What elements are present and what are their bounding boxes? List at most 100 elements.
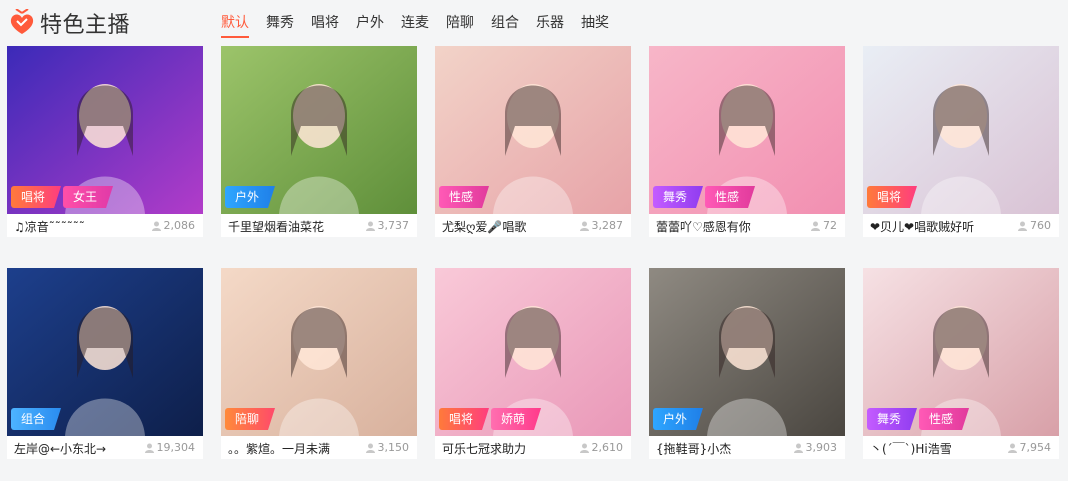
tab-lottery[interactable]: 抽奖 [581, 14, 609, 36]
viewer-count: 760 [1018, 219, 1051, 232]
streamer-name[interactable]: 可乐七冠求助力 [442, 440, 526, 457]
viewer-count-value: 72 [823, 219, 837, 232]
category-tag: 户外 [653, 408, 704, 430]
stream-thumbnail[interactable]: 舞秀 性感 [649, 46, 845, 214]
stream-thumbnail[interactable]: 舞秀 性感 [863, 268, 1059, 436]
card-info-bar: 。。紫煊。一月未满 3,150 [221, 436, 417, 459]
stream-thumbnail[interactable]: 性感 [435, 46, 631, 214]
streamer-name[interactable]: 左岸@←小东北→ [14, 440, 106, 457]
viewer-count-value: 3,150 [377, 441, 410, 454]
viewer-count-value: 3,287 [591, 219, 624, 232]
category-tag: 组合 [11, 408, 62, 430]
section-header: 特色主播 默认 舞秀 唱将 户外 连麦 陪聊 组合 乐器 抽奖 [0, 0, 1068, 46]
stream-thumbnail[interactable]: 唱将 娇萌 [435, 268, 631, 436]
person-icon [811, 221, 820, 231]
category-tag: 性感 [919, 408, 970, 430]
tab-singer[interactable]: 唱将 [311, 14, 339, 36]
tab-group[interactable]: 组合 [491, 14, 519, 36]
category-tag: 舞秀 [867, 408, 918, 430]
tag-list: 性感 [439, 186, 491, 208]
tag-list: 舞秀 性感 [867, 408, 971, 430]
viewer-count: 19,304 [144, 441, 196, 454]
viewer-count: 2,610 [579, 441, 623, 454]
card-info-bar: 尤梨ღ爱🎤唱歌 3,287 [435, 214, 631, 237]
stream-thumbnail[interactable]: 唱将 女王 [7, 46, 203, 214]
person-icon [365, 443, 375, 453]
stream-thumbnail[interactable]: 组合 [7, 268, 203, 436]
stream-thumbnail[interactable]: 户外 [649, 268, 845, 436]
category-tag: 女王 [63, 186, 114, 208]
viewer-count-value: 3,903 [805, 441, 838, 454]
tag-list: 舞秀 性感 [653, 186, 757, 208]
page-title: 特色主播 [40, 13, 131, 38]
tag-list: 陪聊 [225, 408, 277, 430]
tag-list: 唱将 女王 [11, 186, 115, 208]
person-icon [144, 443, 154, 453]
tab-dance[interactable]: 舞秀 [266, 14, 294, 36]
card-info-bar: 可乐七冠求助力 2,610 [435, 436, 631, 459]
streamer-name[interactable]: ♫凉音˜˜˜˜˜˜ [14, 218, 85, 235]
streamer-name[interactable]: {拖鞋哥}小杰 [656, 440, 731, 457]
streamer-card[interactable]: 陪聊。。紫煊。一月未满 3,150 [221, 268, 417, 459]
streamer-card[interactable]: 性感尤梨ღ爱🎤唱歌 3,287 [435, 46, 631, 237]
streamer-card[interactable]: 舞秀 性感蕾蕾吖♡感恩有你 72 [649, 46, 845, 237]
person-icon [365, 221, 375, 231]
category-tag: 唱将 [439, 408, 490, 430]
category-tag: 唱将 [11, 186, 62, 208]
person-icon [151, 221, 161, 231]
tv-heart-logo-icon [10, 9, 34, 34]
tab-chat[interactable]: 陪聊 [446, 14, 474, 36]
streamer-card[interactable]: 户外 {拖鞋哥}小杰 3,903 [649, 268, 845, 459]
viewer-count-value: 19,304 [156, 441, 196, 454]
tag-list: 组合 [11, 408, 63, 430]
streamer-card[interactable]: 唱将 娇萌可乐七冠求助力 2,610 [435, 268, 631, 459]
tab-outdoor[interactable]: 户外 [356, 14, 384, 36]
streamer-name[interactable]: 尤梨ღ爱🎤唱歌 [442, 218, 526, 235]
card-info-bar: ❤贝儿❤唱歌贼好听 760 [863, 214, 1059, 237]
stream-thumbnail[interactable]: 唱将 [863, 46, 1059, 214]
streamer-card[interactable]: 唱将 女王 ♫凉音˜˜˜˜˜˜ 2,086 [7, 46, 203, 237]
tag-list: 户外 [653, 408, 705, 430]
streamer-name[interactable]: 丶(ˊ￣ˋ)Hi浩雪 [870, 440, 952, 457]
category-tag: 性感 [439, 186, 490, 208]
tab-co-stream[interactable]: 连麦 [401, 14, 429, 36]
viewer-count: 7,954 [1007, 441, 1052, 454]
streamer-card[interactable]: 舞秀 性感丶(ˊ￣ˋ)Hi浩雪 7,954 [863, 268, 1059, 459]
person-icon [1007, 443, 1017, 453]
streamer-card[interactable]: 组合左岸@←小东北→ 19,304 [7, 268, 203, 459]
card-info-bar: 丶(ˊ￣ˋ)Hi浩雪 7,954 [863, 436, 1059, 459]
streamer-name[interactable]: ❤贝儿❤唱歌贼好听 [870, 218, 974, 235]
card-info-bar: {拖鞋哥}小杰 3,903 [649, 436, 845, 459]
viewer-count: 3,903 [793, 441, 838, 454]
person-icon [1018, 221, 1027, 231]
category-tabs: 默认 舞秀 唱将 户外 连麦 陪聊 组合 乐器 抽奖 [221, 14, 626, 38]
category-tag: 性感 [705, 186, 756, 208]
streamer-name[interactable]: 蕾蕾吖♡感恩有你 [656, 218, 751, 235]
stream-thumbnail[interactable]: 户外 [221, 46, 417, 214]
person-icon [579, 443, 589, 453]
card-info-bar: 蕾蕾吖♡感恩有你 72 [649, 214, 845, 237]
streamer-name[interactable]: 千里望烟看油菜花 [228, 218, 324, 235]
category-tag: 陪聊 [225, 408, 276, 430]
tab-default[interactable]: 默认 [221, 14, 249, 38]
card-info-bar: 左岸@←小东北→ 19,304 [7, 436, 203, 459]
viewer-count: 3,737 [365, 219, 409, 232]
viewer-count: 72 [811, 219, 837, 232]
category-tag: 唱将 [867, 186, 918, 208]
person-icon [579, 221, 589, 231]
streamer-card[interactable]: 户外千里望烟看油菜花 3,737 [221, 46, 417, 237]
stream-thumbnail[interactable]: 陪聊 [221, 268, 417, 436]
tag-list: 户外 [225, 186, 277, 208]
category-tag: 舞秀 [653, 186, 704, 208]
card-info-bar: 千里望烟看油菜花 3,737 [221, 214, 417, 237]
category-tag: 娇萌 [491, 408, 542, 430]
tag-list: 唱将 娇萌 [439, 408, 543, 430]
category-tag: 户外 [225, 186, 276, 208]
tab-instrument[interactable]: 乐器 [536, 14, 564, 36]
viewer-count: 3,287 [579, 219, 624, 232]
viewer-count-value: 760 [1030, 219, 1051, 232]
streamer-name[interactable]: 。。紫煊。一月未满 [228, 440, 330, 457]
viewer-count-value: 7,954 [1019, 441, 1052, 454]
streamer-card[interactable]: 唱将 ❤贝儿❤唱歌贼好听 760 [863, 46, 1059, 237]
viewer-count-value: 2,086 [163, 219, 196, 232]
